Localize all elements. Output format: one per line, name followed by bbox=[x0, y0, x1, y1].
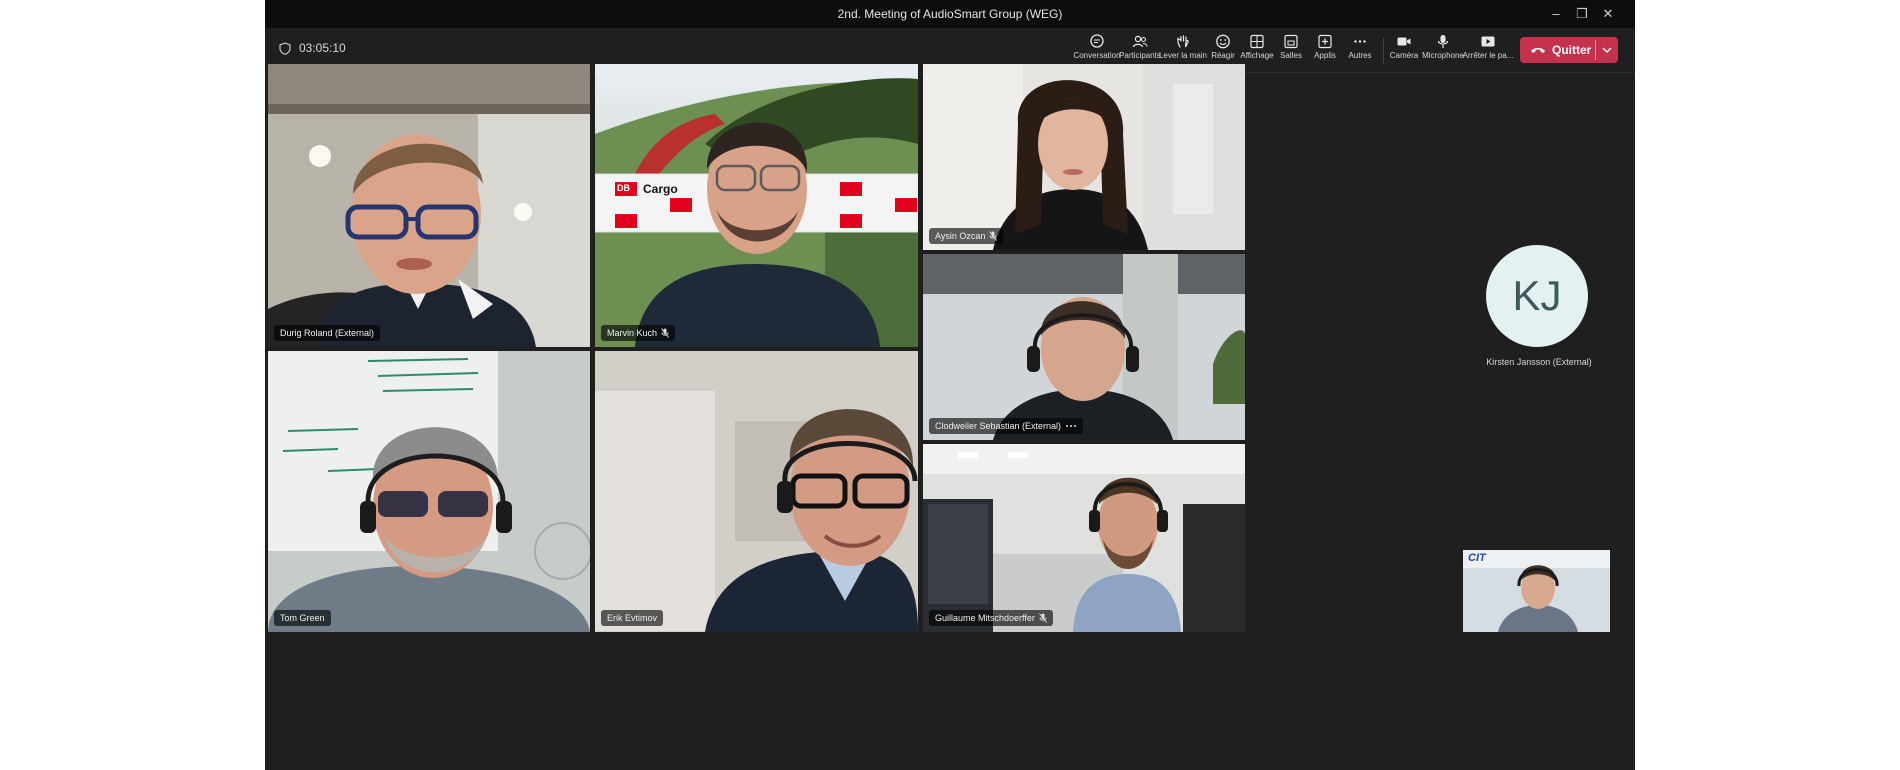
participant-video bbox=[923, 444, 1245, 632]
participant-name-label: Guillaume Mitschdoerffer bbox=[929, 610, 1053, 626]
shield-icon bbox=[279, 41, 291, 55]
participant-name: Tom Green bbox=[280, 613, 325, 623]
cit-logo: CIT bbox=[1468, 552, 1486, 564]
leave-button[interactable]: Quitter bbox=[1520, 37, 1618, 63]
participant-name-label: Tom Green bbox=[274, 610, 331, 626]
leave-divider bbox=[1595, 40, 1596, 60]
apps-icon bbox=[1318, 34, 1332, 49]
video-tile-marvin-kuch[interactable]: DB Cargo Marvin Kuch bbox=[595, 64, 918, 347]
self-view-tile[interactable]: CIT bbox=[1463, 550, 1610, 632]
video-tile-erik-evtimov[interactable]: Erik Evtimov bbox=[595, 351, 918, 632]
hang-up-icon bbox=[1531, 48, 1545, 53]
participant-name: Erik Evtimov bbox=[607, 613, 658, 623]
chat-icon bbox=[1090, 34, 1104, 48]
timer-text: 03:05:10 bbox=[299, 41, 346, 55]
participant-video bbox=[595, 64, 918, 347]
participant-video bbox=[923, 64, 1245, 250]
raise-hand-icon bbox=[1177, 35, 1189, 48]
camera-icon bbox=[1397, 37, 1411, 46]
mic-off-icon bbox=[1038, 613, 1047, 623]
window-title: 2nd. Meeting of AudioSmart Group (WEG) bbox=[837, 7, 1063, 21]
people-icon bbox=[1132, 35, 1148, 48]
more-options-icon[interactable] bbox=[1065, 423, 1077, 429]
restore-button[interactable]: ❐ bbox=[1571, 4, 1593, 24]
share-icon bbox=[1481, 36, 1495, 47]
video-tile-tom-green[interactable]: Tom Green bbox=[268, 351, 590, 632]
participant-name: Kirsten Jansson (External) bbox=[1486, 357, 1592, 367]
participant-video bbox=[595, 351, 918, 632]
teams-meeting-window: 2nd. Meeting of AudioSmart Group (WEG) –… bbox=[265, 0, 1635, 770]
meeting-timer: 03:05:10 bbox=[279, 41, 346, 55]
participant-name: Durig Roland (External) bbox=[280, 328, 375, 338]
minimize-button[interactable]: – bbox=[1545, 4, 1567, 24]
video-tile-guillaume-mitschdoerffer[interactable]: Guillaume Mitschdoerffer bbox=[923, 444, 1245, 632]
participant-video bbox=[923, 254, 1245, 440]
microphone-icon bbox=[1437, 35, 1449, 48]
stop-sharing-button[interactable]: Arrêter le pa... bbox=[1460, 34, 1516, 60]
participant-name: Guillaume Mitschdoerffer bbox=[935, 613, 1035, 623]
avatar: KJ bbox=[1486, 245, 1588, 347]
avatar-tile-kirsten-jansson[interactable]: KJ Kirsten Jansson (External) bbox=[1465, 75, 1613, 620]
mic-off-icon bbox=[989, 231, 998, 241]
participant-name-label: Marvin Kuch bbox=[601, 325, 676, 341]
close-button[interactable]: ✕ bbox=[1597, 4, 1619, 24]
cargo-banner-text: Cargo bbox=[643, 182, 678, 196]
db-logo: DB bbox=[617, 183, 630, 193]
more-icon bbox=[1354, 40, 1366, 43]
video-tile-clodweiler-sebastian[interactable]: Clodweiler Sebastian (External) bbox=[923, 254, 1245, 440]
participant-video bbox=[268, 64, 590, 347]
participant-name: Marvin Kuch bbox=[607, 328, 658, 338]
mic-off-icon bbox=[661, 328, 669, 338]
stop-sharing-button-label: Arrêter le pa... bbox=[1462, 51, 1514, 60]
chevron-down-icon[interactable] bbox=[1600, 41, 1614, 59]
participant-video bbox=[268, 351, 590, 632]
participant-name: Aysin Ozcan bbox=[935, 231, 986, 241]
video-tile-aysin-ozcan[interactable]: Aysin Ozcan bbox=[923, 64, 1245, 250]
participant-name: Clodweiler Sebastian (External) bbox=[935, 421, 1062, 431]
video-tile-durig-roland[interactable]: Durig Roland (External) bbox=[268, 64, 590, 347]
participant-name-label: Clodweiler Sebastian (External) bbox=[929, 418, 1084, 434]
participant-name-label: Aysin Ozcan bbox=[929, 228, 1004, 244]
participant-name-label: Durig Roland (External) bbox=[274, 325, 381, 341]
title-bar: 2nd. Meeting of AudioSmart Group (WEG) –… bbox=[265, 0, 1635, 28]
leave-button-label: Quitter bbox=[1552, 43, 1592, 57]
participant-name-label: Erik Evtimov bbox=[601, 610, 664, 626]
